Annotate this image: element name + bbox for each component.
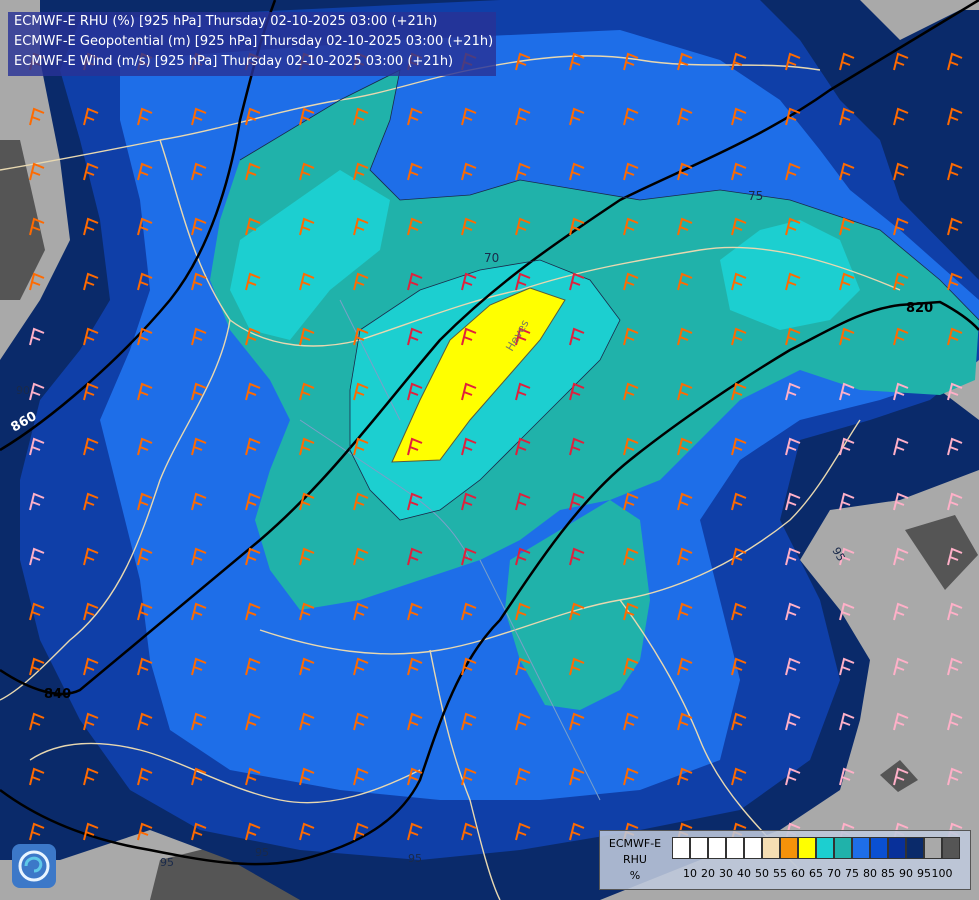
legend-swatch <box>834 837 852 859</box>
legend-title-variable: RHU <box>623 853 647 866</box>
header-wind-title: ECMWF-E Wind (m/s) [925 hPa] Thursday 02… <box>14 54 454 69</box>
legend-swatch <box>708 837 726 859</box>
header-rhu-title: ECMWF-E RHU (%) [925 hPa] Thursday 02-10… <box>14 14 438 29</box>
rhu-label-95: 95 <box>160 856 174 869</box>
legend-tick-label: 40 <box>737 867 751 880</box>
legend-tick-label: 65 <box>809 867 823 880</box>
legend-swatch <box>852 837 870 859</box>
legend-tick-label: 50 <box>755 867 769 880</box>
legend-tick-label: 60 <box>791 867 805 880</box>
legend-swatch <box>762 837 780 859</box>
rhu-label-70: 70 <box>484 251 499 265</box>
legend-swatch <box>888 837 906 859</box>
legend-tick-label: 20 <box>701 867 715 880</box>
color-legend: ECMWF-E RHU % 10 20 30 40 50 55 60 65 70 75 80 85 90… <box>599 830 971 890</box>
legend-swatch <box>690 837 708 859</box>
legend-swatch <box>672 837 690 859</box>
geo-label-820: 820 <box>906 301 933 316</box>
legend-swatch <box>870 837 888 859</box>
legend-swatch <box>924 837 942 859</box>
legend-tick-label: 95 <box>917 867 931 880</box>
legend-swatch <box>726 837 744 859</box>
legend-tick-label: 80 <box>863 867 877 880</box>
legend-swatch <box>744 837 762 859</box>
legend-ticks: 10 20 30 40 50 55 60 65 70 75 80 85 90 95 100 <box>672 867 968 881</box>
rhu-label-95: 95 <box>255 846 269 859</box>
geo-label-840: 840 <box>44 687 71 702</box>
legend-title-model: ECMWF-E <box>608 837 662 850</box>
legend-swatch <box>942 837 960 859</box>
rhu-label-90: 90 <box>16 384 30 397</box>
legend-tick-label: 90 <box>899 867 913 880</box>
rhu-label-95: 95 <box>408 852 422 865</box>
legend-swatch <box>780 837 798 859</box>
rhu-label-75: 75 <box>748 189 763 203</box>
legend-swatches <box>672 837 960 859</box>
legend-tick-label: 55 <box>773 867 787 880</box>
legend-tick-label: 10 <box>683 867 697 880</box>
legend-swatch <box>798 837 816 859</box>
legend-swatch <box>816 837 834 859</box>
legend-title-unit: % <box>629 869 641 882</box>
header-geopotential-title: ECMWF-E Geopotential (m) [925 hPa] Thurs… <box>14 34 494 49</box>
legend-tick-label: 70 <box>827 867 841 880</box>
legend-tick-label: 30 <box>719 867 733 880</box>
logo-icon <box>12 844 56 888</box>
legend-tick-label: 100 <box>931 867 953 880</box>
legend-tick-label: 75 <box>845 867 859 880</box>
weather-map: 860 840 820 70 75 90 95 95 95 95 Heves <box>0 0 979 900</box>
legend-swatch <box>906 837 924 859</box>
legend-tick-label: 85 <box>881 867 895 880</box>
map-header: ECMWF-E RHU (%) [925 hPa] Thursday 02-10… <box>8 12 496 76</box>
